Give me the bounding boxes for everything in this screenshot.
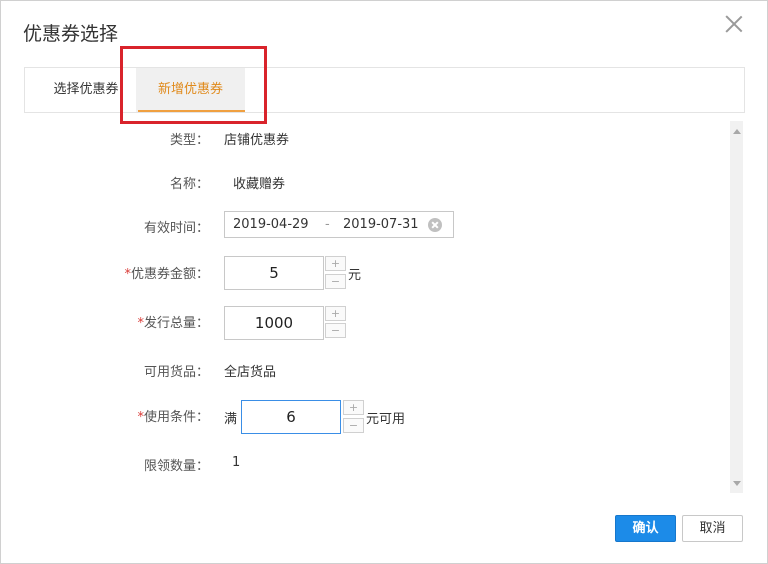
condition-minus-button[interactable]: − — [343, 418, 364, 433]
amount-input[interactable]: 5 — [224, 256, 324, 290]
date-range-picker[interactable]: 2019-04-29 - 2019-07-31 — [224, 211, 454, 238]
valid-time-label: 有效时间： — [143, 221, 209, 236]
total-label-text: 发行总量： — [143, 316, 209, 331]
name-label: 名称： — [169, 177, 209, 192]
limit-label: 限领数量： — [143, 459, 209, 474]
cancel-button[interactable]: 取消 — [682, 515, 743, 542]
limit-value: 1 — [232, 455, 241, 470]
coupon-dialog: 优惠券选择 选择优惠券 新增优惠券 类型： 店铺优惠券 名称： 收藏赠券 有效时… — [0, 0, 768, 564]
scroll-up-icon[interactable] — [733, 129, 741, 134]
amount-plus-button[interactable]: + — [325, 256, 346, 271]
total-minus-button[interactable]: − — [325, 323, 346, 338]
close-icon[interactable] — [723, 13, 745, 35]
goods-label: 可用货品： — [143, 365, 209, 380]
type-value: 店铺优惠券 — [224, 133, 290, 148]
condition-input[interactable]: 6 — [241, 400, 341, 434]
total-input[interactable]: 1000 — [224, 306, 324, 340]
scrollbar[interactable] — [730, 121, 743, 493]
clear-icon[interactable] — [428, 218, 442, 232]
amount-label: *优惠券金额： — [89, 263, 209, 282]
condition-plus-button[interactable]: + — [343, 400, 364, 415]
total-label: *发行总量： — [89, 312, 209, 331]
condition-label-text: 使用条件： — [143, 410, 209, 425]
dialog-title: 优惠券选择 — [23, 23, 119, 45]
end-date[interactable]: 2019-07-31 — [343, 217, 419, 232]
amount-minus-button[interactable]: − — [325, 274, 346, 289]
amount-unit: 元 — [348, 268, 362, 283]
highlight-annotation-box — [120, 46, 267, 124]
goods-value: 全店货品 — [224, 365, 277, 380]
amount-label-text: 优惠券金额： — [130, 267, 209, 282]
condition-prefix: 满 — [224, 412, 238, 427]
total-plus-button[interactable]: + — [325, 306, 346, 321]
condition-suffix: 元可用 — [366, 412, 406, 427]
name-value: 收藏赠券 — [233, 177, 286, 192]
type-label: 类型： — [169, 133, 209, 148]
confirm-button[interactable]: 确认 — [615, 515, 676, 542]
condition-label: *使用条件： — [89, 406, 209, 425]
scroll-down-icon[interactable] — [733, 481, 741, 486]
date-separator: - — [325, 217, 330, 232]
start-date[interactable]: 2019-04-29 — [233, 217, 309, 232]
